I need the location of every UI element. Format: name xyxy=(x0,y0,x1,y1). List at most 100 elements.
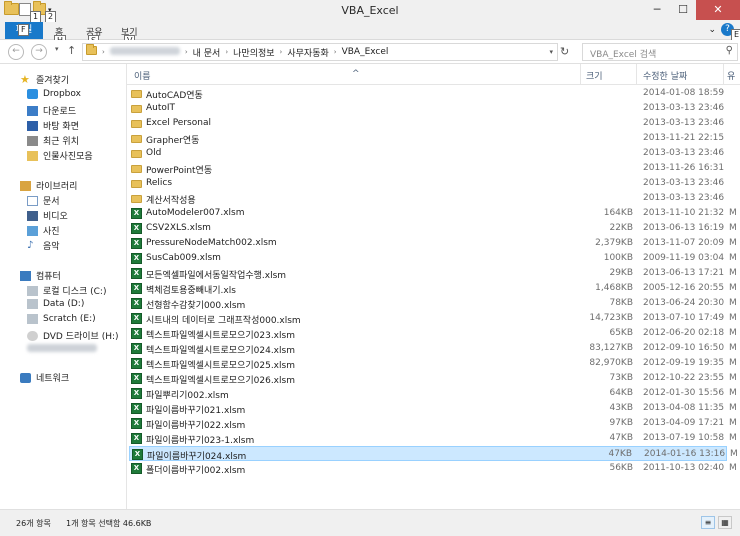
refresh-icon[interactable]: ↻ xyxy=(560,45,569,58)
minimize-button[interactable]: ─ xyxy=(644,0,670,20)
file-row[interactable]: X 파일이름바꾸기022.xlsm 97KB 2013-04-09 17:21 M xyxy=(129,416,737,431)
file-row[interactable]: X 선형함수감찾기000.xlsm 78KB 2013-06-24 20:30 M xyxy=(129,296,737,311)
column-type[interactable]: 유 xyxy=(727,69,735,82)
crumb-my-info[interactable]: 나만의정보 xyxy=(230,46,277,59)
nav-item-pictures[interactable]: 사진 xyxy=(27,224,60,237)
chevron-down-icon[interactable]: ▾ xyxy=(545,48,557,56)
excel-file-icon: X xyxy=(131,223,142,234)
chevron-right-icon[interactable]: › xyxy=(278,48,285,56)
file-row[interactable]: X AutoModeler007.xlsm 164KB 2013-11-10 21:3… xyxy=(129,206,737,221)
back-button[interactable]: ← xyxy=(8,44,24,60)
search-icon[interactable]: ⚲ xyxy=(726,45,733,56)
file-type: M xyxy=(729,418,737,428)
folder-icon xyxy=(27,150,38,161)
file-size: 43KB xyxy=(609,403,633,413)
file-row[interactable]: X 파일이름바꾸기021.xlsm 43KB 2013-04-08 11:35 M xyxy=(129,401,737,416)
file-row[interactable]: X 벽체검토용중빼내기.xls 1,468KB 2005-12-16 20:55 M xyxy=(129,281,737,296)
details-view-icon[interactable]: ≡ xyxy=(701,516,715,529)
forward-button[interactable]: → xyxy=(31,44,47,60)
column-divider[interactable] xyxy=(636,64,637,84)
nav-computer[interactable]: 컴퓨터 xyxy=(20,269,61,282)
recent-locations-icon[interactable]: ▾ xyxy=(55,45,59,53)
search-input[interactable]: VBA_Excel 검색 ⚲ xyxy=(582,43,738,61)
file-row[interactable]: X SusCab009.xlsm 100KB 2009-11-19 03:04 M xyxy=(129,251,737,266)
nav-favorites[interactable]: ★ 즐겨찾기 xyxy=(20,73,69,86)
chevron-right-icon[interactable]: › xyxy=(100,48,107,56)
file-row[interactable]: X 파일이름바꾸기023-1.xlsm 47KB 2013-07-19 10:58 M xyxy=(129,431,737,446)
file-type: M xyxy=(729,223,737,233)
file-size: 29KB xyxy=(609,268,633,278)
nav-network[interactable]: 네트워크 xyxy=(20,371,69,384)
file-row[interactable]: PowerPoint연동 2013-11-26 16:31 xyxy=(129,161,727,176)
chevron-right-icon[interactable]: › xyxy=(183,48,190,56)
file-row[interactable]: X 파일뿌리기002.xlsm 64KB 2012-01-30 15:56 M xyxy=(129,386,737,401)
nav-item-desktop[interactable]: 바탕 화면 xyxy=(27,119,79,132)
file-row[interactable]: Grapher연동 2013-11-21 22:15 xyxy=(129,131,727,146)
file-row[interactable]: X 파일이름바꾸기024.xlsm 47KB 2014-01-16 13:16 M xyxy=(129,446,738,462)
file-size: 164KB xyxy=(603,208,633,218)
file-type: M xyxy=(729,463,737,473)
column-name[interactable]: 이름 xyxy=(134,69,151,82)
file-name: 파일이름바꾸기021.xlsm xyxy=(146,406,246,416)
close-button[interactable]: ✕ xyxy=(696,0,740,20)
file-size: 47KB xyxy=(608,449,632,459)
nav-item-documents[interactable]: 문서 xyxy=(27,194,60,207)
dropbox-icon xyxy=(27,89,38,99)
file-date: 2014-01-16 13:16 xyxy=(644,449,726,459)
file-row[interactable]: Excel Personal 2013-03-13 23:46 xyxy=(129,116,727,131)
nav-item-drive-c[interactable]: 로컬 디스크 (C:) xyxy=(27,284,106,297)
file-row[interactable]: X PressureNodeMatch002.xlsm 2,379KB 2013-11… xyxy=(129,236,737,251)
nav-item-dvd[interactable]: DVD 드라이브 (H:) xyxy=(27,329,119,342)
up-button[interactable]: ↑ xyxy=(67,44,76,57)
crumb-documents[interactable]: 내 문서 xyxy=(190,46,224,59)
large-icons-view-icon[interactable]: ▦ xyxy=(718,516,732,529)
file-name: 텍스트파일엑셀시트로모으기026.xlsm xyxy=(146,376,295,386)
file-row[interactable]: X 폴더이름바꾸기002.xlsm 56KB 2011-10-13 02:40 M xyxy=(129,461,737,476)
computer-icon xyxy=(20,270,31,281)
file-row[interactable]: X 모든엑셀파일에서동일작업수행.xlsm 29KB 2013-06-13 17:21… xyxy=(129,266,737,281)
folder-icon xyxy=(131,148,142,159)
file-row[interactable]: X 텍스트파일엑셀시트로모으기026.xlsm 73KB 2012-10-22 23:… xyxy=(129,371,737,386)
chevron-right-icon[interactable]: › xyxy=(332,48,339,56)
file-size: 14,723KB xyxy=(589,313,633,323)
nav-item-drive-d[interactable]: Data (D:) xyxy=(27,299,84,309)
network-icon xyxy=(20,372,31,383)
file-name: Old xyxy=(146,148,162,158)
file-row[interactable]: AutoCAD연동 2014-01-08 18:59 xyxy=(129,86,727,101)
nav-item-downloads[interactable]: 다운로드 xyxy=(27,104,76,117)
file-row[interactable]: X 텍스트파일엑셀시트로모으기023.xlsm 65KB 2012-06-20 02:… xyxy=(129,326,737,341)
file-row[interactable]: X 텍스트파일엑셀시트로모으기025.xlsm 82,970KB 2012-09-19… xyxy=(129,356,737,371)
nav-item-photos[interactable]: 인물사진모음 xyxy=(27,149,93,162)
nav-item-videos[interactable]: 비디오 xyxy=(27,209,68,222)
column-size[interactable]: 크기 xyxy=(586,69,603,82)
maximize-button[interactable]: ☐ xyxy=(670,0,696,20)
file-date: 2013-03-13 23:46 xyxy=(643,103,725,113)
crumb-vba-excel[interactable]: VBA_Excel xyxy=(339,47,392,57)
ribbon-expand-icon[interactable]: ⌄ xyxy=(708,25,716,35)
column-divider[interactable] xyxy=(723,64,724,84)
excel-file-icon: X xyxy=(131,268,142,279)
column-date[interactable]: 수정한 날짜 xyxy=(643,69,687,82)
file-date: 2013-03-13 23:46 xyxy=(643,148,725,158)
column-divider[interactable] xyxy=(580,64,581,84)
file-row[interactable]: AutoIT 2013-03-13 23:46 xyxy=(129,101,727,116)
nav-item-dropbox[interactable]: Dropbox xyxy=(27,89,81,99)
file-row[interactable]: Relics 2013-03-13 23:46 xyxy=(129,176,727,191)
file-row[interactable]: X 시트내의 데이터로 그래프작성000.xlsm 14,723KB 2013-07-… xyxy=(129,311,737,326)
nav-item-music[interactable]: ♪ 음악 xyxy=(27,239,60,252)
file-row[interactable]: X CSV2XLS.xlsm 22KB 2013-06-13 16:19 M xyxy=(129,221,737,236)
file-row[interactable]: 계산서작성용 2013-03-13 23:46 xyxy=(129,191,727,206)
file-row[interactable]: Old 2013-03-13 23:46 xyxy=(129,146,727,161)
crumb-office-automation[interactable]: 사무자동화 xyxy=(284,46,331,59)
file-type: M xyxy=(730,449,738,459)
folder-icon xyxy=(131,163,142,174)
file-type: M xyxy=(729,268,737,278)
nav-item-drive-e[interactable]: Scratch (E:) xyxy=(27,314,96,324)
nav-libraries[interactable]: 라이브러리 xyxy=(20,179,77,192)
chevron-right-icon[interactable]: › xyxy=(223,48,230,56)
nav-item-recent[interactable]: 최근 위치 xyxy=(27,134,79,147)
nav-item-network-drive[interactable] xyxy=(27,344,97,352)
file-type: M xyxy=(729,313,737,323)
file-row[interactable]: X 텍스트파일엑셀시트로모으기024.xlsm 83,127KB 2012-09-10… xyxy=(129,341,737,356)
address-bar[interactable]: › › 내 문서 › 나만의정보 › 사무자동화 › VBA_Excel ▾ xyxy=(82,43,558,61)
